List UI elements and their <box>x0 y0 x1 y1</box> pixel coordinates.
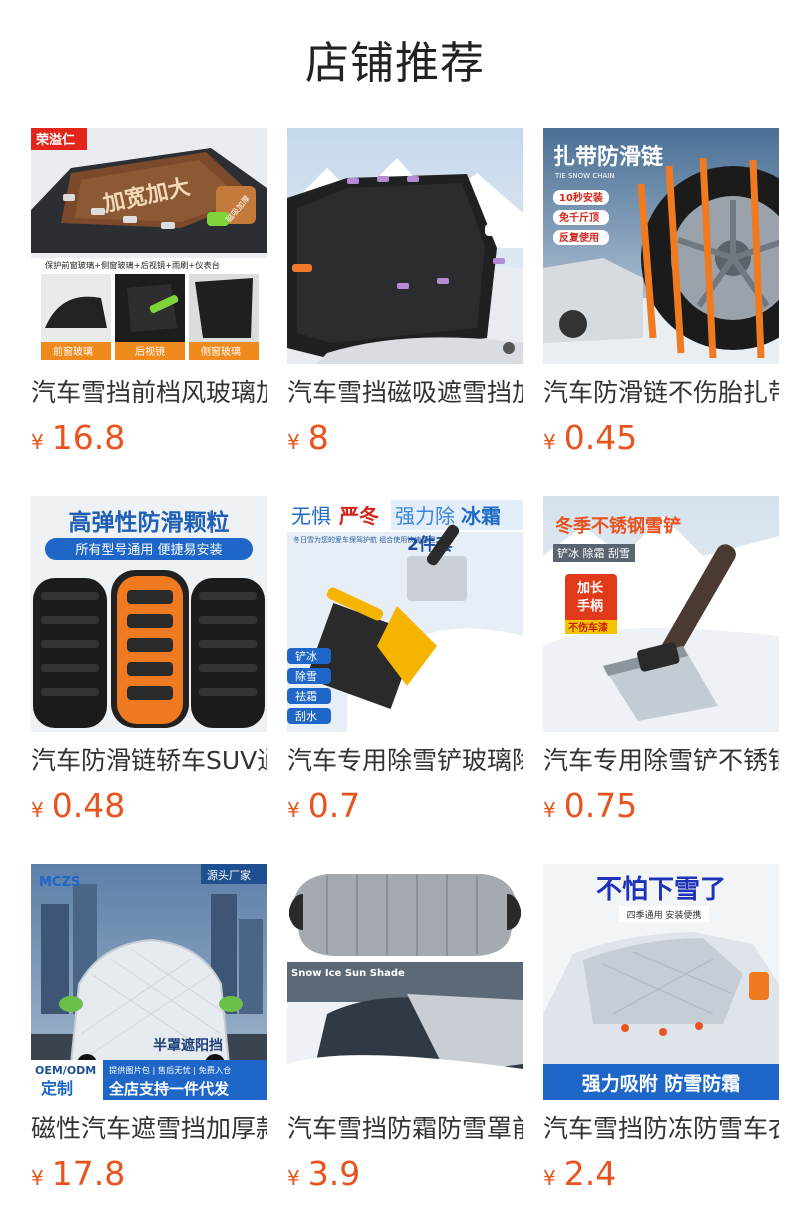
image-part-label: 后视镜 <box>135 345 165 358</box>
product-name[interactable]: 汽车防滑链不伤胎扎带 <box>543 376 779 410</box>
image-brand-tag: 荣溢仁 <box>35 132 75 148</box>
price-value: 0.45 <box>563 418 638 457</box>
price-value: 0.7 <box>307 786 361 825</box>
price-value: 0.48 <box>51 786 126 825</box>
product-card[interactable]: 冬季不锈钢雪铲 铲冰 除霜 刮雪 加长 手柄 不伤车漆 汽车专用除雪铲不锈钢 ¥… <box>543 496 779 834</box>
product-image[interactable]: 扎带防滑链 TIE SNOW CHAIN 10秒安装 免千斤顶 反复使用 <box>543 128 779 364</box>
product-name[interactable]: 汽车雪挡防霜防雪罩前挡 <box>287 1112 523 1146</box>
product-image[interactable]: 无惧 严冬 强力除 冰霜 冬日雪为您的爱车保驾护航 组合使用快速清理 2件套 铲… <box>287 496 523 732</box>
product-name[interactable]: 汽车雪挡磁吸遮雪挡加厚 <box>287 376 523 410</box>
currency-symbol: ¥ <box>287 798 300 822</box>
image-badge-line: 手柄 <box>577 598 603 614</box>
image-feature: 刮水 <box>295 709 317 723</box>
currency-symbol: ¥ <box>31 798 44 822</box>
product-name[interactable]: 汽车防滑链轿车SUV通用 <box>31 744 267 778</box>
product-card[interactable]: 无惧 严冬 强力除 冰霜 冬日雪为您的爱车保驾护航 组合使用快速清理 2件套 铲… <box>287 496 523 834</box>
product-image[interactable]: Snow Ice Sun Shade <box>287 864 523 1100</box>
image-feature: 铲冰 <box>295 649 317 663</box>
image-headline: 不怕下雪了 <box>596 875 726 905</box>
image-headline-c: 强力除 <box>395 504 455 528</box>
currency-symbol: ¥ <box>543 1166 556 1190</box>
image-service-line: 提供图片包 | 售后无忧 | 免费入仓 <box>109 1065 231 1075</box>
product-card[interactable]: 汽车雪挡磁吸遮雪挡加厚 ¥8 <box>287 128 523 466</box>
product-name[interactable]: 汽车专用除雪铲不锈钢 <box>543 744 779 778</box>
image-badge-note: 不伤车漆 <box>568 621 608 634</box>
product-card[interactable]: Snow Ice Sun Shade 汽车雪挡防霜防雪罩前挡 ¥3.9 <box>287 864 523 1202</box>
image-badge-line: 加长 <box>576 580 604 596</box>
product-price: ¥0.7 <box>287 784 523 834</box>
image-oem: OEM/ODM <box>35 1064 96 1077</box>
image-slogan: 全店支持一件代发 <box>108 1080 230 1098</box>
image-headline-b: 严冬 <box>338 504 379 528</box>
image-badge: 免千斤顶 <box>559 211 599 224</box>
shop-recommend-page: 店铺推荐 加宽加大 磁吸加厚 荣溢仁 保护前窗玻璃+侧窗玻璃+后视镜+雨刷+仪表… <box>0 0 790 1232</box>
product-name[interactable]: 磁性汽车遮雪挡加厚款 <box>31 1112 267 1146</box>
image-badge: 10秒安装 <box>559 191 603 204</box>
product-price: ¥16.8 <box>31 416 267 466</box>
product-card[interactable]: 加宽加大 磁吸加厚 荣溢仁 保护前窗玻璃+侧窗玻璃+后视镜+雨刷+仪表台 前窗玻… <box>31 128 267 466</box>
currency-symbol: ¥ <box>31 1166 44 1190</box>
image-headline-a: 无惧 <box>291 504 331 528</box>
image-feature: 祛霜 <box>295 689 317 703</box>
image-headline: 高弹性防滑颗粒 <box>69 509 230 536</box>
product-price: ¥0.75 <box>543 784 779 834</box>
price-value: 3.9 <box>307 1154 361 1193</box>
image-part-label: 侧窗玻璃 <box>201 345 241 358</box>
price-value: 2.4 <box>563 1154 617 1193</box>
image-subline: 铲冰 除霜 刮雪 <box>557 546 630 560</box>
product-price: ¥3.9 <box>287 1152 523 1202</box>
product-card[interactable]: MCZS 源头厂家 半罩遮阳挡 OEM/ODM 定制 提供图片包 | 售后无忧 … <box>31 864 267 1202</box>
currency-symbol: ¥ <box>543 430 556 454</box>
currency-symbol: ¥ <box>543 798 556 822</box>
product-image[interactable]: 冬季不锈钢雪铲 铲冰 除霜 刮雪 加长 手柄 不伤车漆 <box>543 496 779 732</box>
image-headline: 冬季不锈钢雪铲 <box>555 515 681 537</box>
product-price: ¥0.48 <box>31 784 267 834</box>
product-image[interactable]: 加宽加大 磁吸加厚 荣溢仁 保护前窗玻璃+侧窗玻璃+后视镜+雨刷+仪表台 前窗玻… <box>31 128 267 364</box>
currency-symbol: ¥ <box>31 430 44 454</box>
product-card[interactable]: 不怕下雪了 四季通用 安装便携 强力吸附 防雪防霜 汽车雪挡防冻防雪车衣 ¥ 2… <box>543 864 779 1202</box>
currency-symbol: ¥ <box>287 430 300 454</box>
product-price: ¥8 <box>287 416 523 466</box>
product-image[interactable]: MCZS 源头厂家 半罩遮阳挡 OEM/ODM 定制 提供图片包 | 售后无忧 … <box>31 864 267 1100</box>
image-feature-line: 保护前窗玻璃+侧窗玻璃+后视镜+雨刷+仪表台 <box>45 260 220 270</box>
image-subline: 四季通用 安装便携 <box>627 909 702 921</box>
price-value: 0.75 <box>563 786 638 825</box>
image-headline-d: 冰霜 <box>461 504 501 528</box>
price-value: 8 <box>307 418 329 457</box>
section-title: 店铺推荐 <box>305 38 485 89</box>
product-card[interactable]: 扎带防滑链 TIE SNOW CHAIN 10秒安装 免千斤顶 反复使用 汽车防… <box>543 128 779 466</box>
product-name[interactable]: 汽车专用除雪铲玻璃除霜 <box>287 744 523 778</box>
product-image[interactable]: 不怕下雪了 四季通用 安装便携 强力吸附 防雪防霜 <box>543 864 779 1100</box>
product-image[interactable] <box>287 128 523 364</box>
image-corner-tag: 源头厂家 <box>207 868 251 882</box>
image-caption: Snow Ice Sun Shade <box>291 968 405 979</box>
image-custom: 定制 <box>40 1079 73 1098</box>
product-image[interactable]: 高弹性防滑颗粒 所有型号通用 便捷易安装 <box>31 496 267 732</box>
image-headline: 扎带防滑链 <box>553 144 663 170</box>
product-price: ¥17.8 <box>31 1152 267 1202</box>
image-caption: 半罩遮阳挡 <box>153 1037 223 1054</box>
currency-symbol: ¥ <box>287 1166 300 1190</box>
image-logo: MCZS <box>39 875 80 890</box>
image-subtitle: TIE SNOW CHAIN <box>554 172 615 180</box>
image-banner: 所有型号通用 便捷易安装 <box>75 543 222 558</box>
price-value: 17.8 <box>51 1154 126 1193</box>
image-badge: 反复使用 <box>559 231 599 244</box>
price-value: 16.8 <box>51 418 126 457</box>
product-name[interactable]: 汽车雪挡前档风玻璃加厚 <box>31 376 267 410</box>
product-price: ¥0.45 <box>543 416 779 466</box>
image-banner: 强力吸附 防雪防霜 <box>582 1072 741 1095</box>
image-part-label: 前窗玻璃 <box>53 345 93 358</box>
product-price: ¥2.4 <box>543 1152 779 1202</box>
product-name[interactable]: 汽车雪挡防冻防雪车衣 <box>543 1112 779 1146</box>
product-card[interactable]: 高弹性防滑颗粒 所有型号通用 便捷易安装 汽车防滑链轿车SUV ¥ 0.48 <box>31 496 267 834</box>
image-feature: 除雪 <box>295 669 317 683</box>
